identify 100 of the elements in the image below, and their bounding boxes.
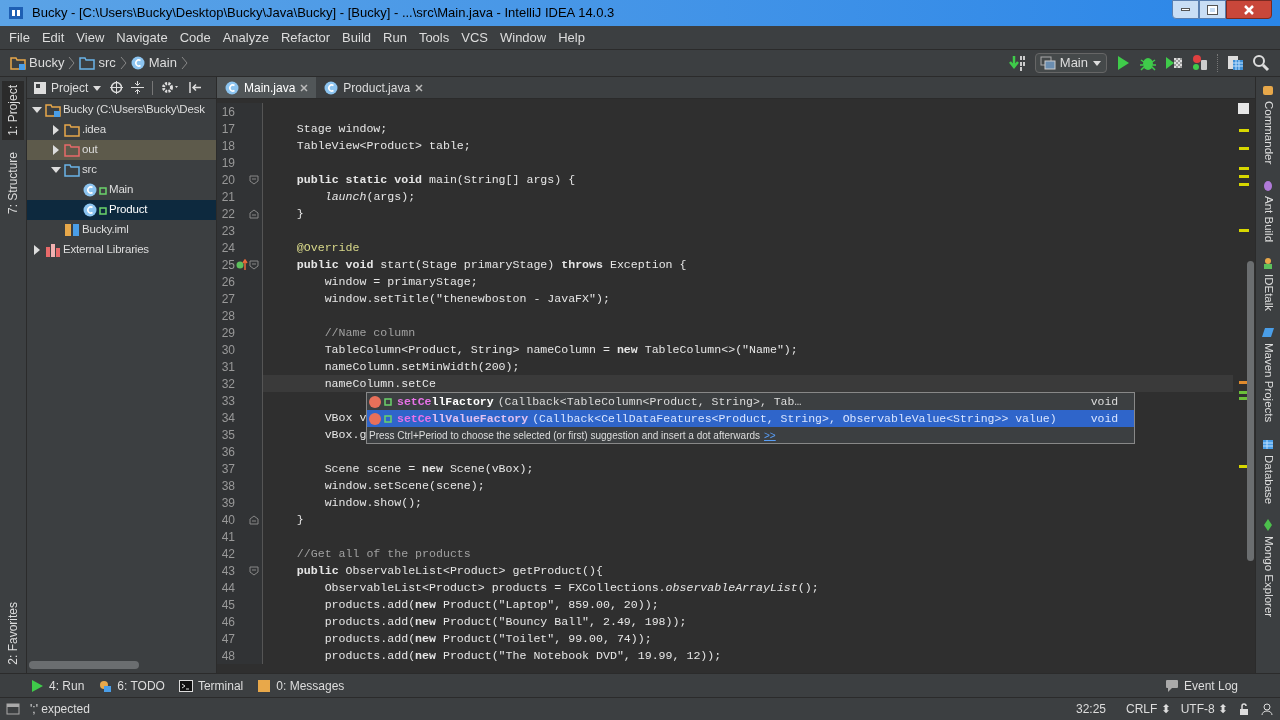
tree-item[interactable]: .idea	[27, 120, 216, 140]
line-number: 38	[220, 477, 235, 495]
tree-item[interactable]: out	[27, 140, 216, 160]
tool-window-tab[interactable]: Mongo Explorer	[1259, 517, 1277, 618]
coverage-icon[interactable]	[1165, 55, 1183, 71]
menu-item[interactable]: Refactor	[275, 27, 336, 48]
tool-windows-icon[interactable]	[6, 703, 20, 715]
editor-tab[interactable]: Main.java	[217, 77, 317, 98]
project-view-dropdown[interactable]: Project	[33, 78, 103, 97]
tree-item[interactable]: External Libraries	[27, 240, 216, 260]
minimize-button[interactable]	[1172, 0, 1199, 19]
tool-window-tab[interactable]: 0: Messages	[257, 676, 345, 695]
tool-window-tab[interactable]: 4: Run	[30, 676, 85, 695]
menu-item[interactable]: Navigate	[111, 27, 173, 48]
code-text: nameColumn.setCe	[323, 375, 436, 392]
tool-window-tab[interactable]: Ant Build	[1259, 178, 1277, 243]
caret-position[interactable]: 32:25	[1075, 700, 1106, 718]
fold-marker-icon[interactable]	[249, 565, 259, 576]
tree-item[interactable]: Main	[27, 180, 216, 200]
tool-window-tab[interactable]: 6: TODO	[98, 676, 165, 695]
menu-item[interactable]: Run	[378, 27, 412, 48]
menu-item[interactable]: View	[71, 27, 110, 48]
horizontal-scrollbar[interactable]	[29, 661, 139, 669]
method-icon	[369, 394, 393, 409]
menu-item[interactable]: Window	[494, 27, 552, 48]
project-structure-icon[interactable]	[1226, 54, 1244, 72]
line-number: 45	[220, 596, 235, 614]
close-icon[interactable]	[300, 83, 309, 92]
code-text: TableView<Product> table;	[295, 137, 471, 154]
inspection-status-icon	[1238, 103, 1249, 114]
event-log-tab[interactable]: Event Log	[1164, 676, 1238, 695]
line-number: 26	[220, 273, 235, 291]
fold-marker-icon[interactable]	[249, 174, 259, 185]
tree-item-label: Bucky.iml	[82, 222, 129, 238]
inspector-person-icon[interactable]	[1260, 702, 1274, 716]
tool-window-tab[interactable]: Commander	[1259, 83, 1277, 165]
editor-tab[interactable]: Product.java	[316, 77, 432, 98]
tool-window-tab[interactable]: IDEtalk	[1259, 256, 1277, 312]
more-link[interactable]: >>	[764, 427, 776, 443]
maximize-button[interactable]	[1199, 0, 1226, 19]
code-text: VBox v	[323, 409, 367, 426]
menu-item[interactable]: Tools	[413, 27, 455, 48]
completion-item[interactable]: setCellValueFactory (Callback<CellDataFeatures<Product, String>, ObservableValue<String>> value) void	[367, 410, 1135, 427]
override-icon[interactable]	[236, 258, 248, 271]
debug-bug-icon[interactable]	[1139, 55, 1157, 71]
line-number: 36	[220, 443, 235, 461]
menu-item[interactable]: Build	[337, 27, 376, 48]
line-number: 27	[220, 290, 235, 308]
menu-item[interactable]: Analyze	[217, 27, 274, 48]
line-number: 17	[220, 120, 235, 138]
tool-window-tab[interactable]: 1: Project	[2, 81, 24, 140]
lock-icon[interactable]	[1238, 703, 1250, 715]
tree-item-label: Product	[109, 202, 148, 218]
todo-icon	[98, 678, 113, 693]
fold-marker-icon[interactable]	[249, 259, 259, 270]
fold-marker-icon[interactable]	[249, 514, 259, 525]
menu-item[interactable]: Help	[553, 27, 590, 48]
speech-bubble-icon	[1164, 678, 1179, 693]
breadcrumb-item[interactable]: Bucky	[10, 53, 65, 73]
tree-item[interactable]: Bucky.iml	[27, 220, 216, 240]
class-icon	[225, 80, 239, 95]
encoding-selector[interactable]: UTF-8 ⬍	[1180, 700, 1228, 718]
menu-item[interactable]: Code	[174, 27, 216, 48]
line-number: 16	[220, 103, 235, 121]
tool-window-tab[interactable]: 7: Structure	[2, 147, 24, 218]
folder-icon	[64, 142, 80, 158]
code-text: window.setScene(scene);	[323, 477, 485, 494]
line-number: 18	[220, 137, 235, 155]
code-text: vBox.g	[323, 426, 367, 443]
breadcrumb-item[interactable]: src	[79, 53, 116, 73]
locate-icon[interactable]	[110, 81, 124, 94]
window-title: Bucky - [C:\Users\Bucky\Desktop\Bucky\Java\Bucky] - [Bucky] - ...\src\Main.java - IntelliJ IDEA 14.0.3	[32, 4, 615, 23]
vertical-scrollbar[interactable]	[1247, 261, 1254, 561]
menu-item[interactable]: VCS	[456, 27, 493, 48]
code-text: //Name column	[323, 324, 416, 341]
tool-window-tab[interactable]: Database	[1259, 436, 1277, 504]
tree-item[interactable]: Bucky (C:\Users\Bucky\Desk	[27, 100, 216, 120]
run-icon	[30, 678, 44, 693]
run-configuration-dropdown[interactable]: Main	[1034, 53, 1107, 73]
tool-window-tab[interactable]: Maven Projects	[1259, 325, 1277, 423]
menu-item[interactable]: File	[4, 27, 35, 48]
tree-item[interactable]: Product	[27, 200, 216, 220]
tool-window-tab[interactable]: 2: Favorites	[2, 598, 24, 669]
run-icon[interactable]	[1115, 55, 1131, 71]
close-icon[interactable]	[415, 83, 424, 92]
code-text: products.add(new Product("The Notebook DVD", 19.99, 12));	[323, 647, 722, 664]
breadcrumb-item[interactable]: Main	[130, 53, 177, 73]
fold-marker-icon[interactable]	[249, 208, 259, 219]
status-message: ';' expected	[30, 701, 90, 718]
collapse-all-icon[interactable]	[131, 81, 145, 94]
binary-download-icon[interactable]	[1008, 54, 1027, 72]
line-number: 33	[220, 392, 235, 410]
tool-window-tab[interactable]: Terminal	[178, 676, 244, 695]
menu-item[interactable]: Edit	[36, 27, 70, 48]
hide-panel-icon[interactable]	[189, 81, 203, 94]
close-button[interactable]	[1226, 0, 1272, 19]
completion-item[interactable]: setCellFactory (Callback<TableColumn<Product, String>, Tab… void	[367, 393, 1135, 410]
tree-item[interactable]: src	[27, 160, 216, 180]
search-icon[interactable]	[1252, 54, 1270, 72]
line-separator-selector[interactable]: CRLF ⬍	[1126, 700, 1171, 718]
